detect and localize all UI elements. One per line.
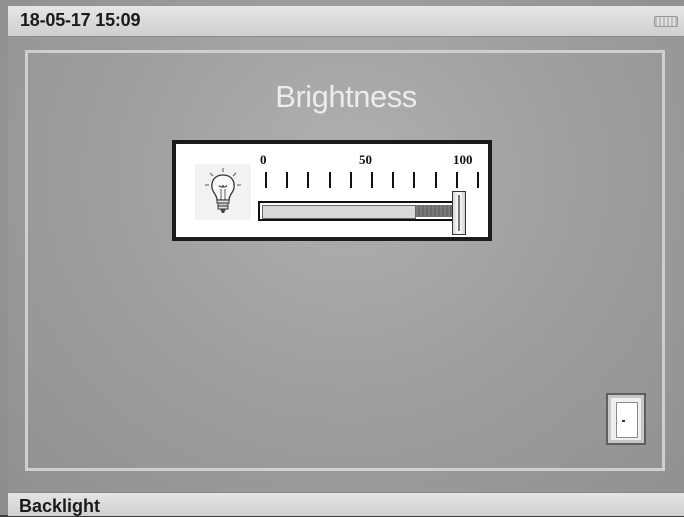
datetime: 18-05-17 15:09 xyxy=(20,10,141,30)
scale-tick xyxy=(328,172,331,188)
scale-tick xyxy=(265,172,267,188)
brightness-panel: 0 50 100 xyxy=(172,140,492,241)
brightness-slider-track[interactable] xyxy=(258,201,464,221)
scale-tick xyxy=(455,172,458,188)
device-screen: 18-05-17 15:09 Brightness 0 50 100 Backl… xyxy=(0,0,684,516)
slider-level xyxy=(416,205,454,217)
scale-tick xyxy=(392,172,395,188)
slider-fill xyxy=(262,205,416,219)
screen-label: Backlight xyxy=(19,496,101,516)
scale-tick xyxy=(413,172,416,188)
scale-tick xyxy=(286,172,289,188)
scale-label-min: 0 xyxy=(260,152,267,167)
scale-tick xyxy=(434,172,437,188)
door-icon[interactable] xyxy=(606,393,646,445)
main-content: Brightness 0 50 100 xyxy=(8,37,684,492)
scale-label-mid: 50 xyxy=(359,152,372,167)
scale-label-max: 100 xyxy=(453,152,473,167)
bottom-bar: Backlight xyxy=(8,492,684,516)
scale-tick xyxy=(371,172,373,188)
lightbulb-icon xyxy=(195,164,251,220)
status-bar: 18-05-17 15:09 xyxy=(8,6,684,37)
scale-tick xyxy=(477,172,479,188)
scale-tick xyxy=(349,172,352,188)
brightness-slider-handle[interactable] xyxy=(452,191,466,235)
scale-tick xyxy=(307,172,310,188)
battery-icon xyxy=(654,16,678,27)
page-title: Brightness xyxy=(275,79,417,114)
